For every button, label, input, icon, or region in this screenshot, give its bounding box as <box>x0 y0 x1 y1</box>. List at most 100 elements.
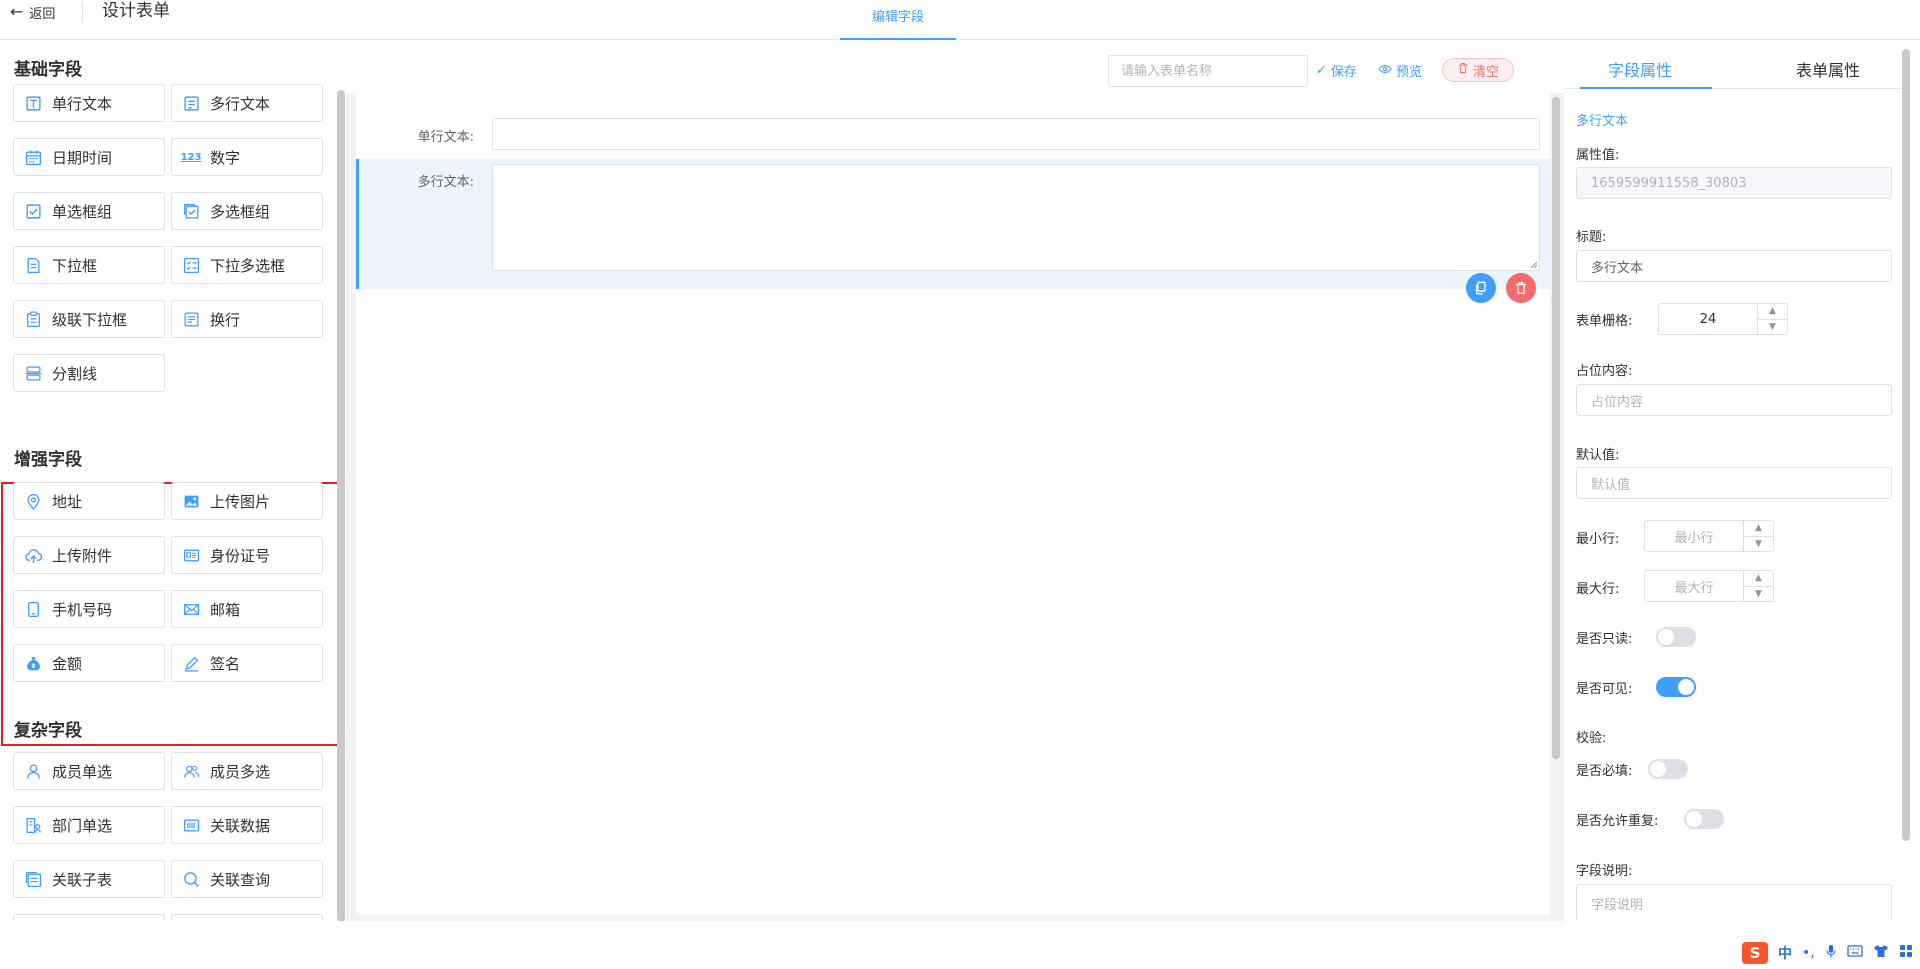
clear-button[interactable]: 清空 <box>1442 58 1514 82</box>
field-button-signature[interactable]: 签名 <box>171 644 323 682</box>
form-canvas[interactable]: 单行文本: 多行文本: <box>356 93 1550 915</box>
visible-switch[interactable] <box>1656 677 1696 697</box>
field-button-checkbox-group[interactable]: 多选框组 <box>171 192 323 230</box>
save-label: 保存 <box>1330 65 1357 80</box>
field-button-department-single[interactable]: 部门单选 <box>13 806 165 844</box>
design-toolbar: ✓ 保存 预览 清空 <box>346 41 1564 93</box>
required-switch[interactable] <box>1648 759 1688 779</box>
form-item-single-line[interactable]: 单行文本: <box>356 93 1550 159</box>
field-button-linked-query[interactable]: 关联查询 <box>171 860 323 898</box>
field-button-id-card[interactable]: 身份证号 <box>171 536 323 574</box>
field-label: 成员单选 <box>52 762 113 781</box>
field-button-single-line-text[interactable]: 单行文本 <box>13 84 165 122</box>
chevron-up-icon[interactable]: ▲ <box>1744 521 1773 537</box>
field-button-dropdown-multi[interactable]: 下拉多选框 <box>171 246 323 284</box>
clipboard-icon <box>24 310 42 328</box>
field-button-cascader[interactable]: 级联下拉框 <box>13 300 165 338</box>
field-button-number[interactable]: 123 数字 <box>171 138 323 176</box>
preview-button[interactable]: 预览 <box>1378 61 1422 80</box>
description-textarea[interactable]: 字段说明 <box>1576 884 1892 921</box>
form-item-multi-line-selected[interactable]: 多行文本: <box>356 159 1550 303</box>
department-icon <box>24 816 42 834</box>
field-label: 上传附件 <box>52 546 113 565</box>
field-label: 数字 <box>210 148 241 167</box>
resize-handle-icon[interactable] <box>1530 261 1538 269</box>
field-button-datetime[interactable]: 日期时间 <box>13 138 165 176</box>
field-label: 金额 <box>52 654 83 673</box>
left-scrollbar[interactable] <box>337 90 345 921</box>
ime-logo-icon[interactable]: S <box>1742 942 1768 964</box>
single-line-input[interactable] <box>492 118 1540 150</box>
skin-icon[interactable] <box>1873 944 1889 962</box>
field-button-dropdown[interactable]: 下拉框 <box>13 246 165 284</box>
field-button-radio-group[interactable]: 单选框组 <box>13 192 165 230</box>
trash-icon <box>1457 62 1469 78</box>
page-title: 设计表单 <box>102 1 170 21</box>
field-button-partial[interactable] <box>13 914 165 921</box>
canvas-scrollbar[interactable] <box>1552 97 1560 759</box>
apps-grid-icon[interactable] <box>1899 944 1913 962</box>
copy-field-button[interactable] <box>1466 273 1496 303</box>
field-button-divider[interactable]: 分割线 <box>13 354 165 392</box>
cloud-upload-icon <box>24 546 42 564</box>
field-button-email[interactable]: 邮箱 <box>171 590 323 628</box>
attr-value-input[interactable]: 1659599911558_30803 <box>1576 167 1892 199</box>
chevron-up-icon[interactable]: ▲ <box>1744 571 1773 587</box>
grid-stepper[interactable]: 24 ▲ ▼ <box>1658 303 1788 335</box>
field-button-member-single[interactable]: 成员单选 <box>13 752 165 790</box>
field-button-line-break[interactable]: 换行 <box>171 300 323 338</box>
default-input[interactable]: 默认值 <box>1576 467 1892 499</box>
readonly-switch[interactable] <box>1656 627 1696 647</box>
tab-field-properties[interactable]: 字段属性 <box>1608 57 1672 81</box>
attr-value-label: 属性值: <box>1576 148 1620 163</box>
field-button-linked-data[interactable]: 关联数据 <box>171 806 323 844</box>
field-button-phone[interactable]: 手机号码 <box>13 590 165 628</box>
field-label: 级联下拉框 <box>52 310 128 329</box>
field-button-linked-subtable[interactable]: 关联子表 <box>13 860 165 898</box>
repeat-switch[interactable] <box>1684 809 1724 829</box>
chevron-down-icon[interactable]: ▼ <box>1744 537 1773 552</box>
form-item-label: 单行文本: <box>417 130 474 145</box>
field-label: 手机号码 <box>52 600 113 619</box>
field-button-multi-line-text[interactable]: 多行文本 <box>171 84 323 122</box>
top-bar: ← 返回 设计表单 编辑字段 <box>0 0 1920 40</box>
chevron-down-icon[interactable]: ▼ <box>1758 320 1787 335</box>
multi-line-textarea[interactable] <box>492 164 1540 271</box>
max-rows-label: 最大行: <box>1576 582 1620 597</box>
back-button[interactable]: ← 返回 <box>10 0 55 24</box>
microphone-icon[interactable] <box>1825 944 1837 962</box>
keyboard-icon[interactable] <box>1847 945 1863 961</box>
field-button-upload-attachment[interactable]: 上传附件 <box>13 536 165 574</box>
field-label: 下拉框 <box>52 256 98 275</box>
calendar-icon <box>24 148 42 166</box>
field-type-label: 多行文本 <box>1576 114 1629 129</box>
tab-edit-fields[interactable]: 编辑字段 <box>840 6 956 25</box>
clear-label: 清空 <box>1472 64 1499 80</box>
tab-form-properties[interactable]: 表单属性 <box>1796 57 1860 81</box>
title-input[interactable]: 多行文本 <box>1576 250 1892 282</box>
field-button-address[interactable]: 地址 <box>13 482 165 520</box>
field-button-partial[interactable] <box>171 914 323 921</box>
field-button-member-multi[interactable]: 成员多选 <box>171 752 323 790</box>
max-rows-stepper[interactable]: 最大行 ▲ ▼ <box>1644 570 1774 602</box>
ime-language-toggle[interactable]: 中 <box>1778 943 1792 963</box>
divider-icon <box>24 364 42 382</box>
field-button-upload-image[interactable]: 上传图片 <box>171 482 323 520</box>
mobile-phone-icon <box>24 600 42 618</box>
field-button-amount[interactable]: 金额 <box>13 644 165 682</box>
form-name-input[interactable] <box>1108 55 1308 87</box>
chevron-up-icon[interactable]: ▲ <box>1758 304 1787 320</box>
punctuation-icon[interactable]: •, <box>1802 945 1815 961</box>
delete-field-button[interactable] <box>1506 273 1536 303</box>
textarea-icon <box>182 94 200 112</box>
min-rows-stepper[interactable]: 最小行 ▲ ▼ <box>1644 520 1774 552</box>
field-label: 关联查询 <box>210 870 271 889</box>
save-button[interactable]: ✓ 保存 <box>1316 61 1357 80</box>
chevron-down-icon[interactable]: ▼ <box>1744 587 1773 602</box>
tab-active-indicator <box>1580 87 1712 89</box>
default-label: 默认值: <box>1576 448 1620 463</box>
placeholder-input[interactable]: 占位内容 <box>1576 384 1892 416</box>
description-label: 字段说明: <box>1576 864 1633 879</box>
properties-scrollbar[interactable] <box>1902 49 1910 841</box>
multi-checkbox-icon <box>182 202 200 220</box>
